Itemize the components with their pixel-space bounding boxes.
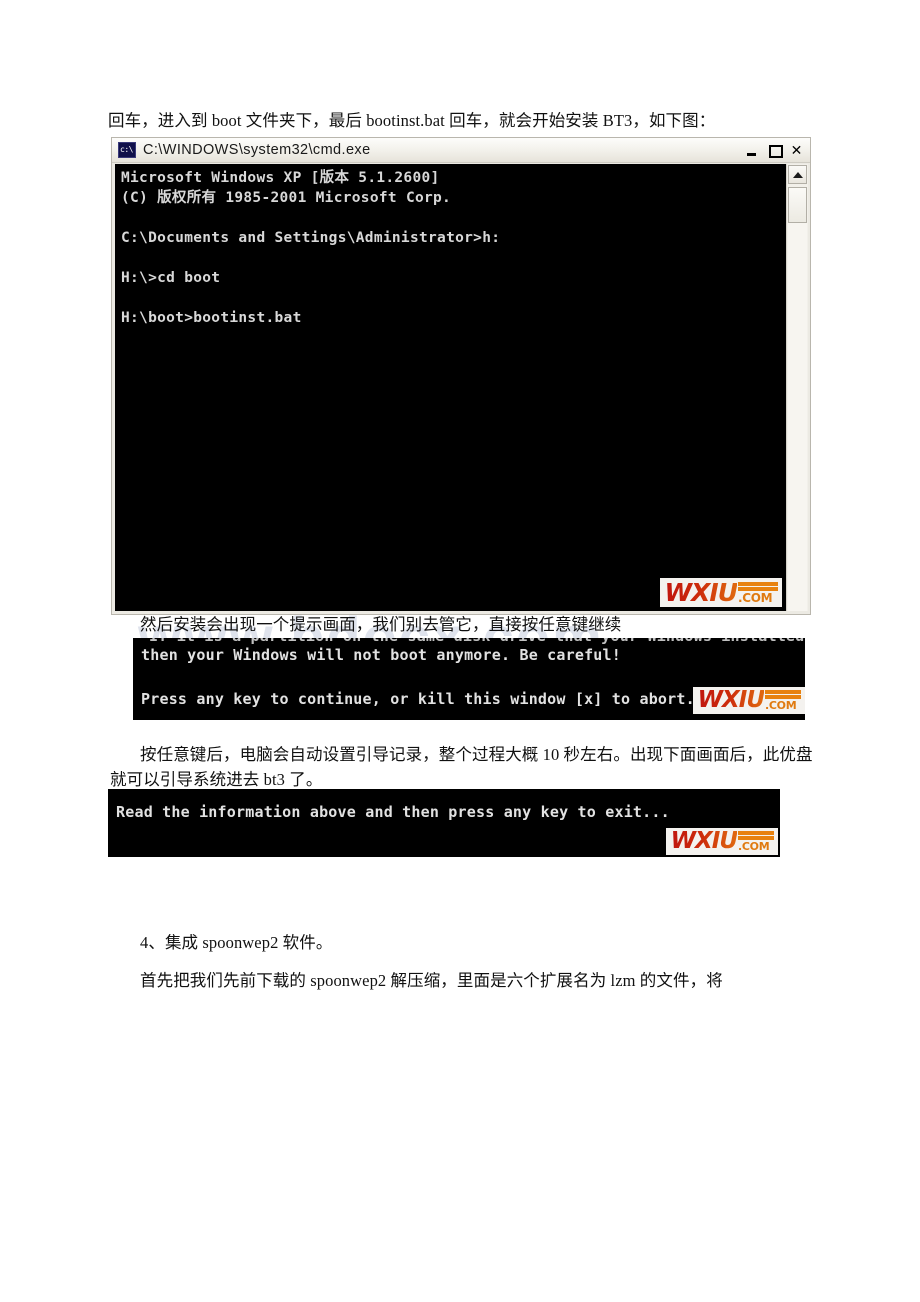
scroll-up-button[interactable] bbox=[788, 165, 807, 184]
scrollbar-thumb[interactable] bbox=[788, 187, 807, 223]
wxiu-logo-bar bbox=[765, 690, 801, 694]
cmd-window-titlebar[interactable]: C:\WINDOWS\system32\cmd.exe ✕ bbox=[112, 138, 810, 163]
console-line: C:\Documents and Settings\Administrator>… bbox=[121, 230, 501, 246]
console-line: H:\>cd boot bbox=[121, 270, 221, 286]
wxiu-watermark-logo: WXIU .COM bbox=[692, 687, 805, 714]
maximize-icon bbox=[769, 144, 783, 158]
terminal-cut-line: If it is a partition on the same disk dr… bbox=[141, 638, 804, 647]
cmd-console-icon bbox=[118, 142, 136, 158]
wxiu-watermark-logo: WXIU .COM bbox=[665, 828, 778, 855]
document-page: www.bdocx.com 回车，进入到 boot 文件夹下，最后 bootin… bbox=[0, 0, 920, 1302]
wxiu-logo-bar bbox=[738, 581, 778, 586]
paragraph-section-body: 首先把我们先前下载的 spoonwep2 解压缩，里面是六个扩展名为 lzm 的… bbox=[140, 971, 723, 990]
wxiu-logo-suffix-group: .COM bbox=[765, 690, 801, 711]
wxiu-logo-bar bbox=[738, 586, 778, 591]
paragraph-intro: 回车，进入到 boot 文件夹下，最后 bootinst.bat 回车，就会开始… bbox=[108, 111, 716, 130]
wxiu-logo-text: WXIU bbox=[697, 687, 765, 713]
scrollbar-track[interactable] bbox=[788, 223, 807, 611]
wxiu-watermark-logo: WXIU .COM bbox=[659, 578, 782, 607]
console-line: Microsoft Windows XP [版本 5.1.2600] bbox=[121, 170, 440, 186]
scroll-up-arrow-icon bbox=[792, 171, 803, 178]
wxiu-logo-suffix: .COM bbox=[765, 699, 797, 712]
wxiu-logo-text: WXIU bbox=[670, 828, 738, 854]
console-vertical-scrollbar[interactable] bbox=[786, 164, 808, 611]
cmd-window[interactable]: C:\WINDOWS\system32\cmd.exe ✕ Microsoft … bbox=[111, 137, 811, 615]
paragraph-after-prompt: 按任意键后，电脑会自动设置引导记录，整个过程大概 10 秒左右。出现下面画面后，… bbox=[110, 745, 813, 789]
wxiu-logo-text: WXIU bbox=[664, 578, 738, 607]
terminal-line: Read the information above and then pres… bbox=[116, 803, 670, 821]
maximize-button[interactable] bbox=[765, 142, 784, 159]
console-line: H:\boot>bootinst.bat bbox=[121, 310, 302, 326]
wxiu-logo-bar bbox=[738, 831, 774, 835]
wxiu-logo-suffix: .COM bbox=[738, 840, 770, 853]
wxiu-logo-suffix-group: .COM bbox=[738, 581, 778, 605]
wxiu-logo-suffix: .COM bbox=[738, 590, 773, 605]
minimize-button[interactable] bbox=[743, 142, 762, 159]
window-controls: ✕ bbox=[743, 142, 806, 159]
close-icon: ✕ bbox=[790, 141, 803, 158]
minimize-icon bbox=[747, 152, 756, 156]
paragraph-after-cmd: 然后安装会出现一个提示画面，我们别去管它，直接按任意键继续 bbox=[140, 615, 622, 634]
cmd-console-output[interactable]: Microsoft Windows XP [版本 5.1.2600] (C) 版… bbox=[115, 164, 786, 611]
wxiu-logo-suffix-group: .COM bbox=[738, 831, 774, 852]
close-button[interactable]: ✕ bbox=[787, 142, 806, 159]
console-line: (C) 版权所有 1985-2001 Microsoft Corp. bbox=[121, 190, 452, 206]
cmd-console-area: Microsoft Windows XP [版本 5.1.2600] (C) 版… bbox=[112, 163, 810, 614]
terminal-exit-screenshot: Read the information above and then pres… bbox=[108, 789, 780, 857]
cmd-window-title: C:\WINDOWS\system32\cmd.exe bbox=[143, 142, 371, 158]
paragraph-section-heading: 4、集成 spoonwep2 软件。 bbox=[140, 933, 333, 952]
terminal-warning-screenshot: If it is a partition on the same disk dr… bbox=[133, 638, 805, 720]
